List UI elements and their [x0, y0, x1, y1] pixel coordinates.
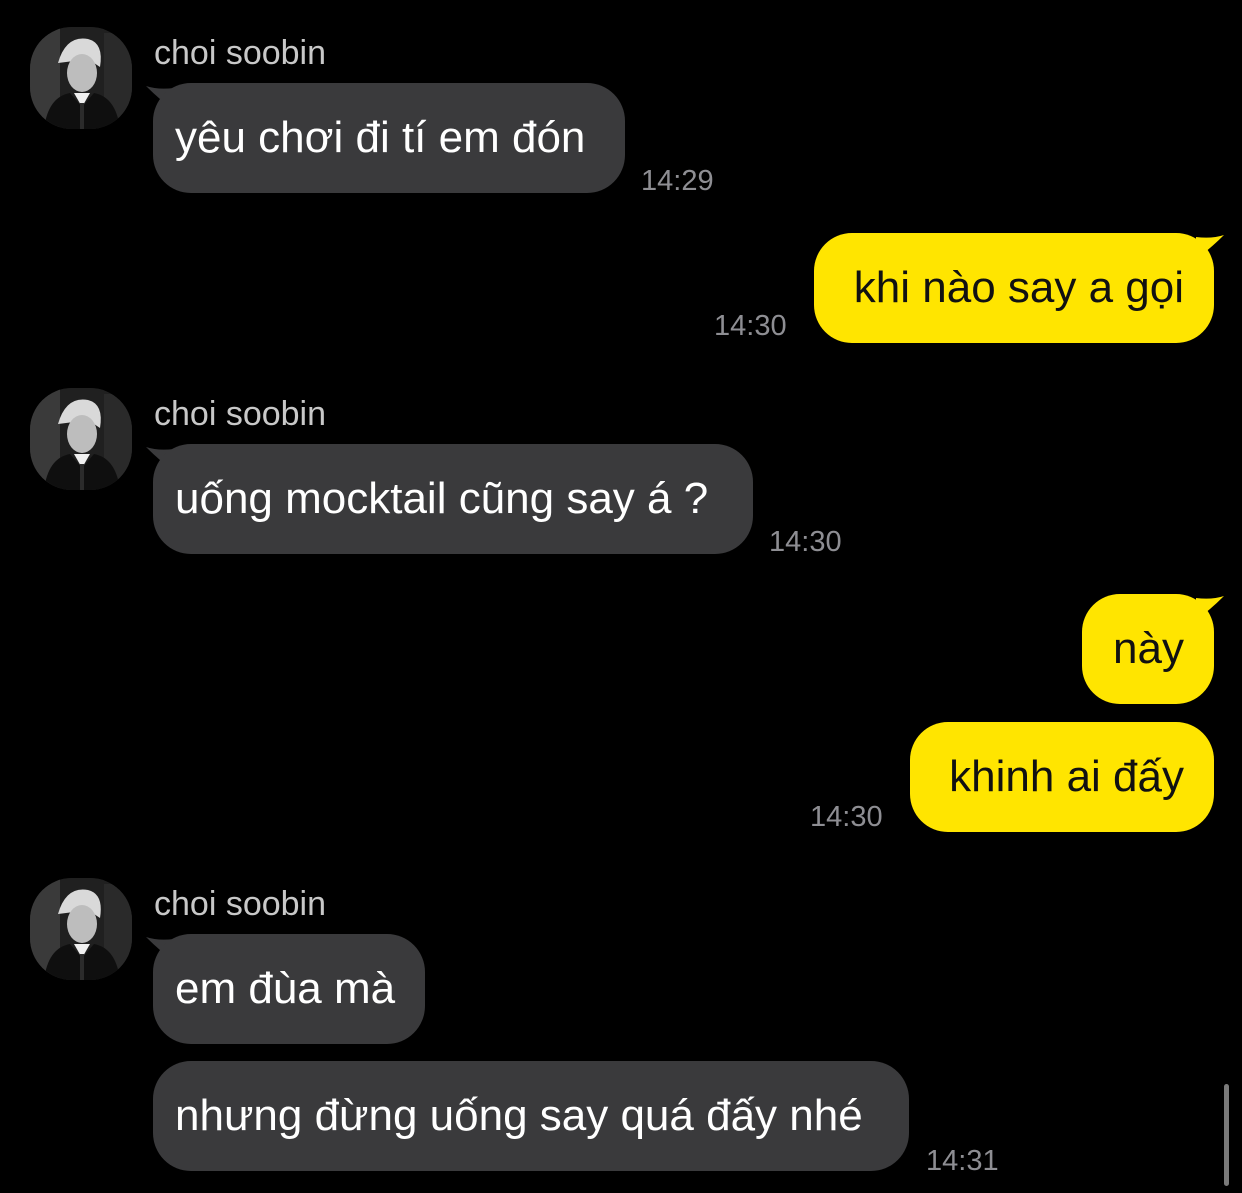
sender-name: choi soobin [154, 885, 327, 923]
message-timestamp: 14:29 [641, 165, 714, 197]
message-text: khi nào say a gọi [853, 263, 1184, 312]
message-bubble-incoming[interactable]: yêu chơi đi tí em đón [153, 83, 625, 193]
avatar[interactable] [30, 878, 132, 980]
message-timestamp: 14:30 [714, 310, 787, 342]
avatar[interactable] [30, 388, 132, 490]
sender-name: choi soobin [154, 34, 327, 72]
scrollbar[interactable] [1224, 1084, 1229, 1186]
message-text: yêu chơi đi tí em đón [175, 113, 586, 162]
message-text: khinh ai đấy [949, 752, 1184, 801]
message-text: em đùa mà [175, 964, 396, 1013]
message-timestamp: 14:30 [810, 801, 883, 833]
message-bubble-incoming[interactable]: nhưng đừng uống say quá đấy nhé [153, 1061, 909, 1171]
profile-photo-icon [30, 878, 132, 980]
avatar[interactable] [30, 27, 132, 129]
profile-photo-icon [30, 27, 132, 129]
message-bubble-outgoing[interactable]: khi nào say a gọi [814, 233, 1214, 343]
message-bubble-incoming[interactable]: em đùa mà [153, 934, 425, 1044]
message-timestamp: 14:31 [926, 1145, 999, 1177]
profile-photo-icon [30, 388, 132, 490]
message-bubble-outgoing[interactable]: khinh ai đấy [910, 722, 1214, 832]
message-timestamp: 14:30 [769, 526, 842, 558]
sender-name: choi soobin [154, 395, 327, 433]
message-text: uống mocktail cũng say á ? [175, 474, 709, 523]
message-bubble-incoming[interactable]: uống mocktail cũng say á ? [153, 444, 753, 554]
message-text: nhưng đừng uống say quá đấy nhé [175, 1091, 863, 1140]
message-bubble-outgoing[interactable]: này [1082, 594, 1214, 704]
message-text: này [1113, 624, 1184, 673]
